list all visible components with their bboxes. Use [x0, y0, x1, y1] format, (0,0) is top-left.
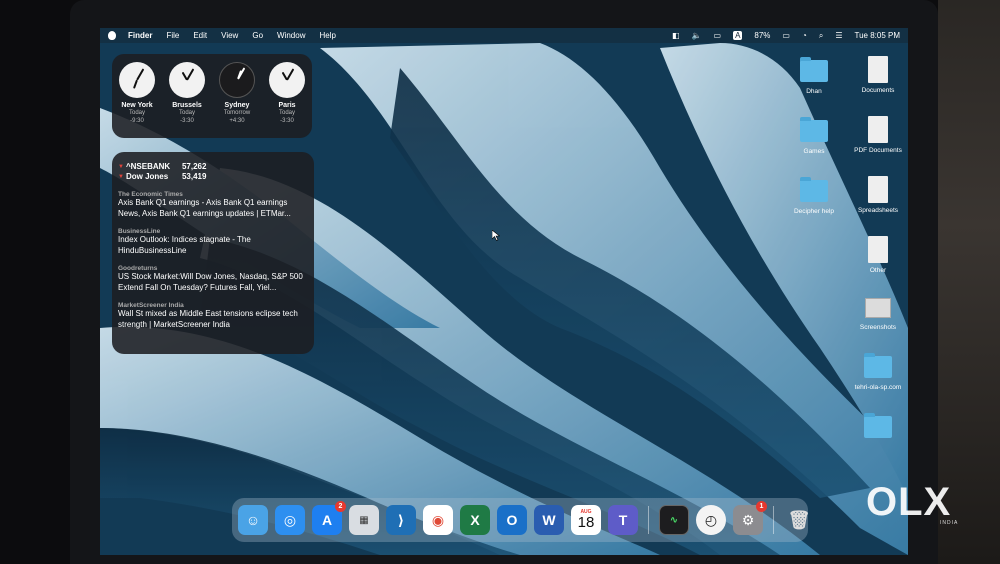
- clock-city: Sydney: [224, 102, 250, 109]
- menu-go[interactable]: Go: [252, 31, 263, 40]
- folder-icon: [800, 57, 828, 82]
- desktop-folder-screenshots[interactable]: Screenshots: [850, 298, 906, 331]
- chrome-icon[interactable]: ◉: [423, 505, 453, 535]
- finder-icon[interactable]: ☺: [238, 505, 268, 535]
- menu-clock[interactable]: Tue 8:05 PM: [854, 31, 900, 40]
- stock-row[interactable]: ▼ Dow Jones 53,419: [118, 172, 308, 182]
- search-icon[interactable]: ⌕: [819, 31, 823, 41]
- desktop-folder-dhan[interactable]: Dhan: [786, 57, 842, 95]
- olx-watermark-country: INDIA: [940, 520, 959, 526]
- clock-day: Today: [278, 110, 295, 116]
- document-icon: [868, 236, 888, 263]
- app-store-icon[interactable]: A 2: [312, 501, 346, 535]
- folder-icon: [800, 117, 828, 142]
- wifi-icon[interactable]: ◔: [802, 31, 807, 40]
- teams-icon[interactable]: T: [608, 505, 638, 535]
- desktop-folder-decipher[interactable]: Decipher help: [786, 177, 842, 215]
- control-icon[interactable]: ◧: [672, 31, 680, 40]
- dock-separator: [648, 506, 649, 534]
- document-icon: [868, 116, 888, 143]
- clock-hour-hand: [132, 79, 138, 89]
- world-clock[interactable]: Paris Today -3:30: [266, 62, 308, 138]
- clock-offset: -3:30: [180, 118, 194, 124]
- dock: ☺ ◎ A 2 ▦ ⟩ ◉ X O W AUG 18 T ∿ ◴ ⚙ 1 🗑: [232, 498, 810, 542]
- olx-watermark-logo: OLX: [866, 480, 952, 524]
- clock-face-icon: [219, 62, 255, 98]
- word-icon[interactable]: W: [534, 505, 564, 535]
- clock-city: Brussels: [172, 102, 202, 109]
- desktop-folder-other[interactable]: Other: [850, 236, 906, 274]
- keyboard-input-indicator[interactable]: A: [733, 31, 743, 40]
- document-icon: [868, 176, 888, 203]
- menu-file[interactable]: File: [166, 31, 179, 40]
- clock-face-icon: [119, 62, 155, 98]
- screenshot-icon: [865, 298, 891, 318]
- clock-minute-hand: [186, 68, 194, 81]
- folder-icon: [864, 413, 892, 438]
- screen-mirroring-icon[interactable]: ▭: [714, 31, 722, 40]
- menu-bar: Finder File Edit View Go Window Help ◧ 🔈…: [100, 28, 908, 43]
- news-item[interactable]: Goodreturns US Stock Market:Will Dow Jon…: [118, 265, 308, 293]
- down-arrow-icon: ▼: [118, 164, 124, 170]
- clock-offset: -3:30: [280, 118, 294, 124]
- down-arrow-icon: ▼: [118, 174, 124, 180]
- clock-offset: -9:30: [130, 118, 144, 124]
- desktop-folder-spreadsheets[interactable]: Spreadsheets: [850, 176, 906, 214]
- mouse-cursor-icon: [492, 230, 500, 241]
- clock-face-icon: [269, 62, 305, 98]
- clock-day: Today: [178, 110, 195, 116]
- battery-percent[interactable]: 87%: [754, 31, 770, 40]
- menu-window[interactable]: Window: [277, 31, 305, 40]
- status-area: ◧ 🔈 ▭ A 87% ▭ ◔ ⌕ ☰ Tue 8:05 PM: [672, 31, 900, 41]
- menu-edit[interactable]: Edit: [193, 31, 207, 40]
- desktop-folder-documents[interactable]: Documents: [850, 56, 906, 94]
- clock-day: Tomorrow: [223, 110, 251, 116]
- stock-row[interactable]: ▼ ^NSEBANK 57,262: [118, 162, 308, 172]
- document-icon: [868, 56, 888, 83]
- excel-icon[interactable]: X: [460, 505, 490, 535]
- news-item[interactable]: MarketScreener India Wall St mixed as Mi…: [118, 302, 308, 330]
- world-clock[interactable]: Brussels Today -3:30: [166, 62, 208, 138]
- menu-help[interactable]: Help: [319, 31, 335, 40]
- safari-icon[interactable]: ◎: [275, 505, 305, 535]
- desktop-folder-games[interactable]: Games: [786, 117, 842, 155]
- clock-app-icon[interactable]: ◴: [696, 505, 726, 535]
- volume-icon[interactable]: 🔈: [692, 31, 702, 40]
- mac-screen: Finder File Edit View Go Window Help ◧ 🔈…: [100, 28, 908, 555]
- calendar-icon[interactable]: AUG 18: [571, 505, 601, 535]
- control-center-icon[interactable]: ☰: [835, 31, 842, 40]
- apple-icon[interactable]: [108, 31, 116, 40]
- clock-day: Today: [128, 110, 145, 116]
- app-store-badge: 2: [335, 501, 346, 512]
- system-settings-badge: 1: [756, 501, 767, 512]
- folder-icon: [800, 177, 828, 202]
- clock-city: New York: [121, 102, 153, 109]
- folder-icon: [864, 353, 892, 378]
- world-clock-widget[interactable]: New York Today -9:30 Brussels Today -3:30 Sydn…: [112, 54, 312, 138]
- desktop-folder-pdf[interactable]: PDF Documents: [850, 116, 906, 154]
- clock-offset: +4:30: [229, 118, 245, 124]
- outlook-icon[interactable]: O: [497, 505, 527, 535]
- menu-app-finder[interactable]: Finder: [128, 31, 152, 40]
- menu-view[interactable]: View: [221, 31, 238, 40]
- clock-minute-hand: [136, 68, 144, 81]
- battery-icon[interactable]: ▭: [782, 31, 790, 40]
- stocks-news-widget[interactable]: ▼ ^NSEBANK 57,262 ▼ Dow Jones 53,419 The…: [112, 152, 314, 354]
- system-settings-icon[interactable]: ⚙ 1: [733, 501, 767, 535]
- world-clock[interactable]: New York Today -9:30: [116, 62, 158, 138]
- launchpad-icon[interactable]: ▦: [349, 505, 379, 535]
- activity-monitor-icon[interactable]: ∿: [659, 505, 689, 535]
- clock-minute-hand: [286, 68, 294, 81]
- clock-face-icon: [169, 62, 205, 98]
- world-clock[interactable]: Sydney Tomorrow +4:30: [216, 62, 258, 138]
- desktop-folder-tehri[interactable]: tehri-ola-sp.com: [850, 353, 906, 391]
- news-item[interactable]: The Economic Times Axis Bank Q1 earnings…: [118, 191, 308, 219]
- vscode-icon[interactable]: ⟩: [386, 505, 416, 535]
- trash-icon[interactable]: 🗑: [784, 505, 814, 535]
- dock-separator: [773, 506, 774, 534]
- news-item[interactable]: BusinessLine Index Outlook: Indices stag…: [118, 228, 308, 256]
- desktop-folder-unnamed[interactable]: [850, 413, 906, 444]
- clock-city: Paris: [278, 102, 296, 109]
